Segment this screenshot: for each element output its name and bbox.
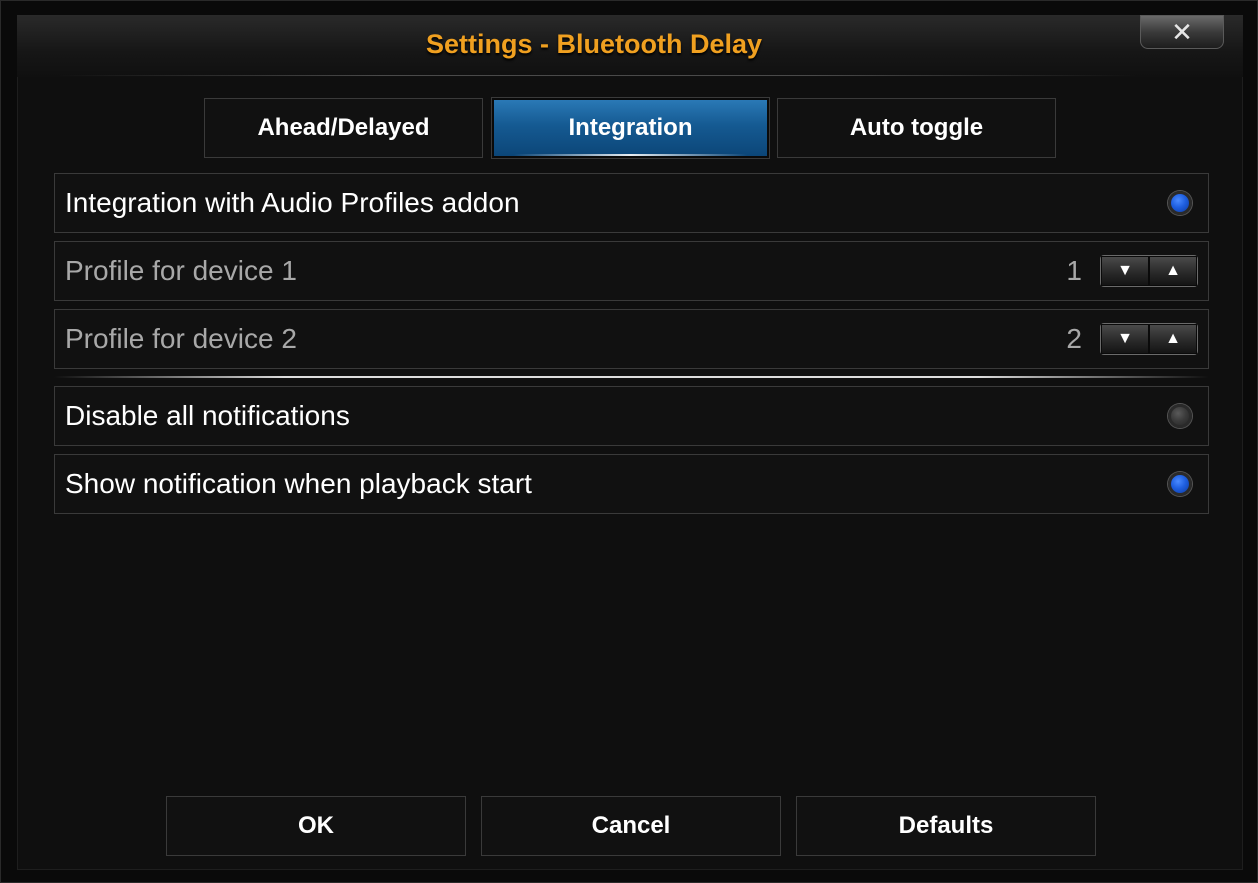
setting-label: Profile for device 1	[65, 255, 297, 286]
spinner-up-button[interactable]: ▲	[1149, 324, 1197, 354]
radio-off-icon[interactable]	[1168, 404, 1192, 428]
tab-label: Ahead/Delayed	[257, 114, 430, 141]
setting-profile-device-2[interactable]: Profile for device 2 2 ▼ ▲	[54, 309, 1209, 369]
tab-label: Integration	[568, 114, 693, 141]
tab-integration[interactable]: Integration	[492, 98, 769, 158]
spinner-down-button[interactable]: ▼	[1101, 324, 1149, 354]
tab-auto-toggle[interactable]: Auto toggle	[777, 98, 1056, 158]
close-button[interactable]: ✕	[1140, 15, 1224, 49]
setting-label: Show notification when playback start	[65, 468, 532, 499]
tab-label: Auto toggle	[849, 114, 984, 141]
radio-on-icon[interactable]	[1168, 472, 1192, 496]
arrow-down-icon: ▼	[1117, 330, 1133, 347]
button-label: OK	[298, 812, 334, 839]
spinner-up-button[interactable]: ▲	[1149, 256, 1197, 286]
arrow-up-icon: ▲	[1165, 330, 1181, 347]
spinner-down-button[interactable]: ▼	[1101, 256, 1149, 286]
ok-button[interactable]: OK	[166, 796, 466, 856]
setting-integration-audio-profiles[interactable]: Integration with Audio Profiles addon	[54, 173, 1209, 233]
settings-dialog: Settings - Bluetooth Delay ✕ Ahead/Delay…	[0, 0, 1258, 883]
spinner-value: 2	[1066, 323, 1082, 354]
active-tab-glow	[514, 154, 747, 156]
arrow-up-icon: ▲	[1165, 262, 1181, 279]
value-spinner: ▼ ▲	[1100, 323, 1198, 355]
setting-label: Disable all notifications	[65, 400, 350, 431]
arrow-down-icon: ▼	[1117, 262, 1133, 279]
close-icon: ✕	[1171, 16, 1193, 47]
section-separator	[54, 376, 1209, 378]
setting-show-notification-playback[interactable]: Show notification when playback start	[54, 454, 1209, 514]
cancel-button[interactable]: Cancel	[481, 796, 781, 856]
tab-ahead-delayed[interactable]: Ahead/Delayed	[204, 98, 483, 158]
setting-label: Integration with Audio Profiles addon	[65, 187, 520, 218]
radio-on-icon[interactable]	[1168, 191, 1192, 215]
button-label: Cancel	[591, 812, 671, 839]
setting-disable-notifications[interactable]: Disable all notifications	[54, 386, 1209, 446]
setting-profile-device-1[interactable]: Profile for device 1 1 ▼ ▲	[54, 241, 1209, 301]
value-spinner: ▼ ▲	[1100, 255, 1198, 287]
dialog-title: Settings - Bluetooth Delay	[425, 29, 763, 59]
defaults-button[interactable]: Defaults	[796, 796, 1096, 856]
spinner-value: 1	[1066, 255, 1082, 286]
header-divider	[57, 75, 1137, 76]
button-label: Defaults	[898, 812, 994, 839]
setting-label: Profile for device 2	[65, 323, 297, 354]
